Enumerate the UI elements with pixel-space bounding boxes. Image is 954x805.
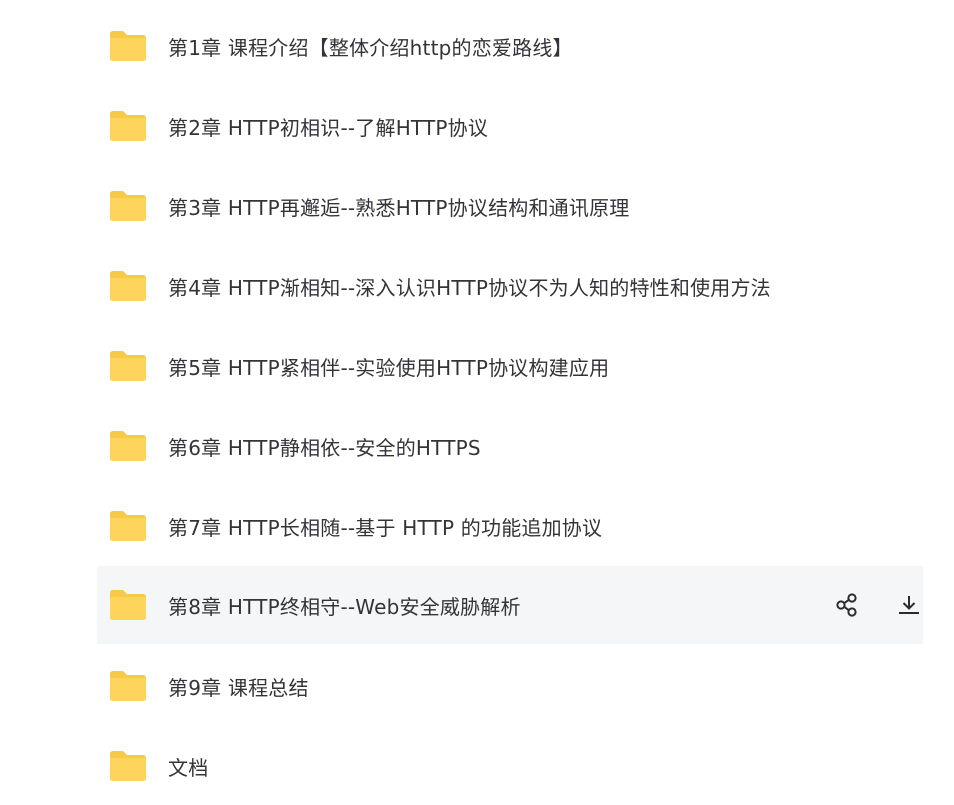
download-icon — [899, 596, 919, 614]
folder-icon — [110, 511, 146, 541]
download-button[interactable] — [895, 591, 923, 619]
row-actions — [833, 566, 923, 644]
folder-icon — [110, 31, 146, 61]
folder-icon — [110, 590, 146, 620]
share-icon — [836, 593, 857, 617]
folder-row[interactable]: 第3章 HTTP再邂逅--熟悉HTTP协议结构和通讯原理 — [97, 167, 923, 245]
share-button[interactable] — [833, 591, 861, 619]
folder-name: 第9章 课程总结 — [168, 675, 309, 700]
folder-icon — [110, 271, 146, 301]
folder-row[interactable]: 文档 — [97, 727, 923, 805]
folder-icon — [110, 671, 146, 701]
folder-row[interactable]: 第7章 HTTP长相随--基于 HTTP 的功能追加协议 — [97, 487, 923, 565]
folder-icon — [110, 751, 146, 781]
folder-name: 第6章 HTTP静相依--安全的HTTPS — [168, 435, 481, 460]
folder-row-hovered[interactable]: 第8章 HTTP终相守--Web安全威胁解析 — [97, 566, 923, 644]
folder-name: 第3章 HTTP再邂逅--熟悉HTTP协议结构和通讯原理 — [168, 195, 630, 220]
folder-icon — [110, 111, 146, 141]
folder-row[interactable]: 第9章 课程总结 — [97, 647, 923, 725]
folder-name: 第7章 HTTP长相随--基于 HTTP 的功能追加协议 — [168, 515, 603, 540]
folder-row[interactable]: 第6章 HTTP静相依--安全的HTTPS — [97, 407, 923, 485]
folder-name: 第4章 HTTP渐相知--深入认识HTTP协议不为人知的特性和使用方法 — [168, 275, 771, 300]
folder-row[interactable]: 第5章 HTTP紧相伴--实验使用HTTP协议构建应用 — [97, 327, 923, 405]
folder-name: 第8章 HTTP终相守--Web安全威胁解析 — [168, 594, 521, 619]
folder-name: 第2章 HTTP初相识--了解HTTP协议 — [168, 115, 489, 140]
folder-row[interactable]: 第4章 HTTP渐相知--深入认识HTTP协议不为人知的特性和使用方法 — [97, 247, 923, 325]
folder-icon — [110, 431, 146, 461]
folder-row[interactable]: 第2章 HTTP初相识--了解HTTP协议 — [97, 87, 923, 165]
folder-name: 文档 — [168, 755, 209, 780]
folder-icon — [110, 191, 146, 221]
folder-name: 第1章 课程介绍【整体介绍http的恋爱路线】 — [168, 35, 573, 60]
folder-name: 第5章 HTTP紧相伴--实验使用HTTP协议构建应用 — [168, 355, 610, 380]
folder-row[interactable]: 第1章 课程介绍【整体介绍http的恋爱路线】 — [97, 7, 923, 85]
folder-icon — [110, 351, 146, 381]
file-list: 第1章 课程介绍【整体介绍http的恋爱路线】 第2章 HTTP初相识--了解H… — [0, 0, 954, 802]
